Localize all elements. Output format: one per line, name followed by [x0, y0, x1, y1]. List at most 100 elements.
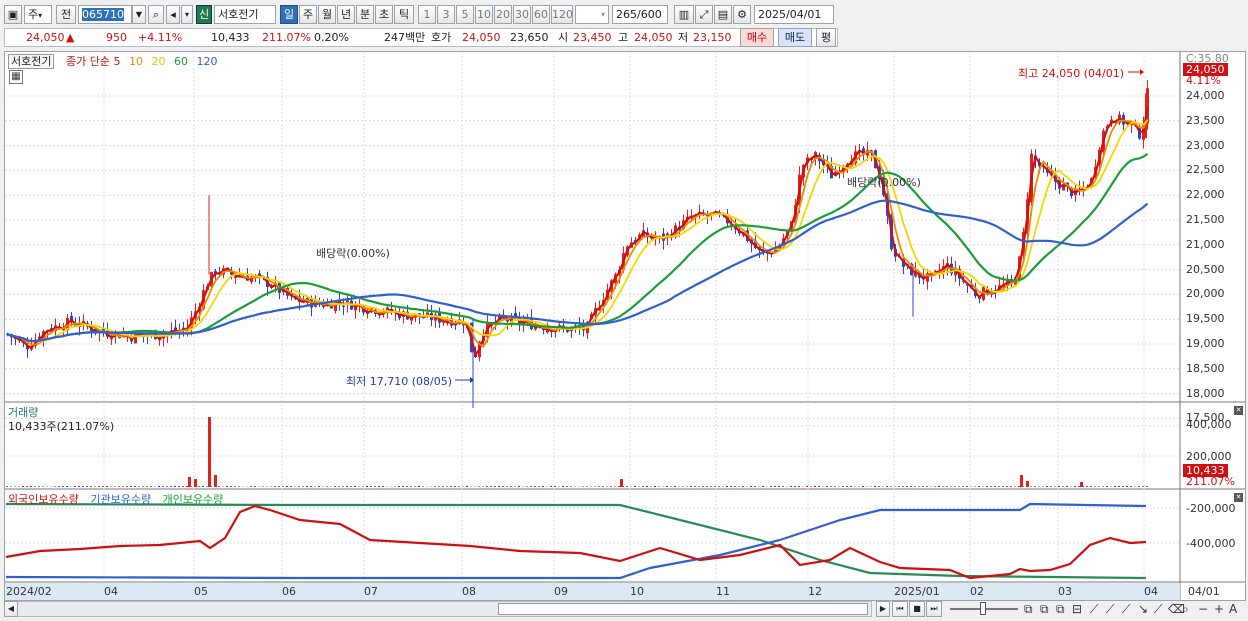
stop-icon[interactable]: ■ [909, 601, 925, 617]
volume-close-icon[interactable]: ✕ [1234, 406, 1243, 415]
max-annotation: 최고 24,050 (04/01) [1018, 67, 1125, 80]
search-icon[interactable]: ⌕ [148, 5, 164, 24]
calendar-icon[interactable]: ▦ [820, 23, 830, 24]
holding-close-icon[interactable]: ✕ [1234, 493, 1243, 502]
scrollbar-thumb[interactable] [498, 603, 868, 615]
count-value: 265 [616, 8, 637, 21]
buy-button[interactable]: 매수 [740, 28, 774, 47]
stock-code-input[interactable]: 065710 [78, 5, 132, 24]
eval-button[interactable]: 평 [816, 28, 836, 47]
price-change: 950 [106, 31, 127, 44]
zoom-icon[interactable]: ⌕ [1182, 601, 1189, 617]
arrow-tool-icon[interactable]: ↘ [1138, 601, 1148, 617]
auto-scale-icon[interactable]: A [1229, 601, 1237, 617]
interval-custom-select[interactable]: ▾ [575, 5, 609, 24]
tab-month[interactable]: 월 [318, 5, 336, 24]
volume-sub: 10,433주(211.07%) [8, 420, 115, 433]
interval-1[interactable]: 1 [418, 5, 436, 24]
current-price: 24,050 [26, 31, 65, 44]
interval-5[interactable]: 5 [456, 5, 474, 24]
text-tool-icon[interactable]: ⟋ [1154, 601, 1162, 617]
date-input[interactable]: 2025/04/01 ▦ [754, 5, 834, 24]
volume-tick-400k: 400,000 [1186, 418, 1232, 431]
price-y-tick: 18,500 [1186, 361, 1225, 375]
tab-day[interactable]: 일 [280, 5, 298, 24]
speaker-icon[interactable]: ◂ [166, 5, 180, 24]
tab-minute[interactable]: 분 [356, 5, 374, 24]
count-field[interactable]: 265/600 [612, 5, 668, 24]
channel-icon[interactable]: ⟋ [1122, 601, 1130, 617]
x-axis-tick: 04/01 [1188, 585, 1220, 598]
tab-week[interactable]: 주 [299, 5, 317, 24]
code-dropdown-button[interactable]: ▼ [132, 5, 146, 24]
dividend-annotation-2: 배당락(0.00%) [847, 176, 921, 189]
holding-tick-200k: -200,000 [1186, 502, 1236, 515]
stock-code-value: 065710 [82, 8, 124, 21]
x-axis-tick: 2025/01 [894, 585, 940, 598]
sell-button[interactable]: 매도 [778, 28, 812, 47]
chart-area[interactable] [4, 51, 1246, 601]
x-axis-tick: 04 [1144, 585, 1158, 598]
stock-name-field[interactable]: 서호전기 [214, 5, 276, 24]
draw-tool-icon[interactable]: ⤢ [695, 5, 713, 24]
foreign-holding-label: 외국인보유수량 [8, 493, 79, 506]
ma-120-label: 120 [196, 55, 218, 68]
volume-value: 10,433 [211, 31, 250, 44]
scroll-left-icon[interactable]: ◀ [4, 601, 18, 617]
x-axis-tick: 02 [970, 585, 984, 598]
last-page-icon[interactable]: ⏭ [926, 601, 942, 617]
interval-10[interactable]: 10 [475, 5, 493, 24]
trade-amount: 247백만 [384, 31, 426, 44]
scroll-right-icon[interactable]: ▶ [876, 601, 890, 617]
more-dropdown-icon[interactable]: ▾ [181, 5, 193, 24]
grid-toggle-icon[interactable]: ▦ [9, 70, 23, 84]
ma-60-label: 60 [173, 55, 188, 68]
tab-second[interactable]: 초 [375, 5, 393, 24]
ma-20-label: 20 [151, 55, 166, 68]
compare-icon[interactable]: ⊟ [1072, 601, 1082, 617]
first-page-icon[interactable]: ⏮ [892, 601, 908, 617]
count-total: /600 [637, 8, 662, 21]
open-label: 시 [558, 31, 569, 44]
price-y-tick: 24,000 [1186, 89, 1225, 102]
layout-icon[interactable]: ▣ [4, 5, 22, 24]
interval-3[interactable]: 3 [437, 5, 455, 24]
prev-button[interactable]: 전 [56, 5, 76, 24]
gear-icon[interactable]: ⚙ [733, 5, 751, 24]
candle-type-icon[interactable]: ▥ [674, 5, 694, 24]
tab-year[interactable]: 년 [337, 5, 355, 24]
low-label: 저 [678, 31, 689, 44]
interval-20[interactable]: 20 [494, 5, 512, 24]
save-icon[interactable]: ▤ [714, 5, 732, 24]
layout-grid-icon[interactable]: ⧉ [1024, 601, 1033, 617]
turnover-rate: 0.20% [314, 31, 349, 44]
layout-split-icon[interactable]: ⧉ [1040, 601, 1049, 617]
holding-tick-400k: -400,000 [1186, 537, 1236, 550]
x-axis-tick: 07 [364, 585, 378, 598]
ma-5-label: 5 [113, 55, 121, 68]
zoom-out-icon[interactable]: − [1198, 601, 1208, 617]
high-label: 고 [618, 31, 629, 44]
ma-10-label: 10 [128, 55, 143, 68]
price-y-tick: 20,500 [1186, 262, 1225, 276]
period-select-value: 주 [28, 8, 39, 21]
x-axis-tick: 09 [554, 585, 568, 598]
bid-label: 호가 [431, 31, 452, 44]
interval-60[interactable]: 60 [532, 5, 550, 24]
min-annotation: 최저 17,710 (08/05) [346, 375, 453, 388]
fib-icon[interactable]: ⟋ [1106, 601, 1114, 617]
overlay-icon[interactable]: ⧉ [1056, 601, 1065, 617]
tab-tick[interactable]: 틱 [394, 5, 414, 24]
interval-120[interactable]: 120 [551, 5, 573, 24]
price-legend: 서호전기 종가 단순 5 10 20 60 120 [8, 53, 217, 69]
period-select[interactable]: 주▾ [24, 5, 52, 24]
individual-holding-label: 개인보유수량 [162, 493, 224, 506]
zoom-in-icon[interactable]: + [1214, 601, 1224, 617]
stock-name-tag: 서호전기 [8, 54, 55, 69]
price-y-tick: 19,500 [1186, 312, 1225, 326]
zoom-slider-handle[interactable] [980, 602, 986, 615]
new-listing-badge: 신 [196, 5, 212, 24]
interval-30[interactable]: 30 [513, 5, 531, 24]
price-y-tick: 21,500 [1186, 213, 1225, 226]
trendline-icon[interactable]: ⟋ [1090, 601, 1098, 617]
